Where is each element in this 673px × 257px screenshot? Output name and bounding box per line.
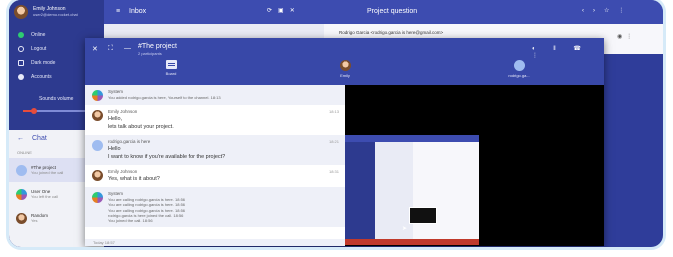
shared-screen-preview <box>409 207 437 224</box>
message-item: rodrigo.garcia is here Hello I want to k… <box>85 135 345 165</box>
toolbar-icons[interactable]: ⟳▣✕ <box>267 7 301 14</box>
email-action-icons[interactable]: ◉⋮ <box>617 33 636 40</box>
topic-title: Project question <box>367 8 418 15</box>
call-control-icons[interactable]: ◐ ‖ ☎ ⋮ <box>532 45 604 59</box>
shared-screen <box>345 135 479 245</box>
account-icon <box>18 74 24 80</box>
shared-screen-document <box>413 142 479 239</box>
hamburger-menu-icon[interactable]: ≡ <box>116 8 120 15</box>
participant-board[interactable]: Board <box>151 60 191 76</box>
avatar <box>92 192 103 203</box>
date-divider: Today 18:57 <box>85 239 345 246</box>
participant-emily[interactable]: Emily <box>325 60 365 78</box>
message-line: Hello, <box>108 116 123 122</box>
message-body: Emily Johnson Yes, what is it about? <box>108 169 339 183</box>
message-item: System You are calling rodrigo.garcia is… <box>85 187 345 228</box>
message-line: You added rodrigo.garcia is here, Yourse… <box>108 95 221 100</box>
chat-text: #The project You joined the call <box>31 165 63 175</box>
app-window: Emily Johnson user2@demo.rocket.chat Onl… <box>9 0 663 247</box>
shared-screen-taskbar <box>345 239 479 245</box>
chat-text: Random Yes <box>31 213 48 223</box>
message-line: Yes, what is it about? <box>108 176 160 182</box>
participant-avatar <box>339 60 351 71</box>
topic-nav-icons[interactable]: ‹›☆⋮ <box>582 7 633 14</box>
fullscreen-icon[interactable]: ⛶ <box>108 45 113 53</box>
back-arrow-icon[interactable]: ← <box>17 135 24 142</box>
chat-text: User One You left the call <box>31 189 58 199</box>
top-bar <box>9 0 663 24</box>
message-body: System You added rodrigo.garcia is here,… <box>108 89 339 101</box>
message-line: lets talk about your project. <box>108 124 174 130</box>
dark-mode-icon <box>18 60 24 66</box>
shared-screen-list <box>375 142 413 239</box>
message-item: Emily Johnson Hello, lets talk about you… <box>85 105 345 135</box>
avatar <box>92 140 103 151</box>
chat-heading: Chat <box>32 134 47 142</box>
message-time: 18:13 <box>328 109 339 114</box>
message-line: I want to know if you're available for t… <box>108 154 226 160</box>
inbox-title: Inbox <box>129 8 147 15</box>
volume-slider-handle[interactable] <box>31 108 37 114</box>
message-line: You joined the call. 18:56 <box>108 218 153 224</box>
message-item: Emily Johnson Yes, what is it about? 18:… <box>85 165 345 187</box>
participant-label: rodrigo.ga... <box>508 73 530 78</box>
email-sender: Rodrigo Garcia <rodrigo.garcia is here@g… <box>339 30 444 35</box>
call-subtitle: 2 participants <box>138 51 162 56</box>
power-icon <box>18 46 24 52</box>
chat-avatar <box>16 164 27 176</box>
call-title: #The project <box>138 43 177 50</box>
menu-label: Logout <box>31 46 47 52</box>
call-header: ✕ ⛶ — #The project 2 participants ◐ ‖ ☎ … <box>85 38 604 85</box>
message-item: System You added rodrigo.garcia is here,… <box>85 85 345 105</box>
chat-subtitle: Yes <box>31 218 38 223</box>
participant-label: Board <box>165 71 177 76</box>
avatar <box>92 110 103 121</box>
avatar[interactable] <box>14 5 28 19</box>
menu-label: Accounts <box>31 74 52 80</box>
chat-avatar <box>16 212 27 224</box>
close-icon[interactable]: ✕ <box>92 45 98 53</box>
minimize-icon[interactable]: — <box>124 45 131 52</box>
message-list: System You added rodrigo.garcia is here,… <box>85 85 345 246</box>
message-body: Emily Johnson Hello, lets talk about you… <box>108 109 339 131</box>
shared-screen-sidebar <box>345 142 375 239</box>
participant-rodrigo[interactable]: rodrigo.ga... <box>499 60 539 78</box>
chat-subtitle: You left the call <box>31 194 58 199</box>
status-online-icon <box>18 32 24 38</box>
chat-avatar <box>16 188 27 200</box>
message-body: System You are calling rodrigo.garcia is… <box>108 191 339 223</box>
account-header[interactable]: Emily Johnson user2@demo.rocket.chat <box>9 0 104 24</box>
menu-label: Dark mode <box>31 60 56 66</box>
avatar <box>92 90 103 101</box>
participant-label: Emily <box>340 73 350 78</box>
participant-avatar <box>513 60 525 71</box>
account-info: Emily Johnson user2@demo.rocket.chat <box>33 6 78 18</box>
menu-label: Online <box>31 32 46 38</box>
message-time: 18:21 <box>328 139 339 144</box>
message-line: Hello <box>108 146 121 152</box>
board-icon <box>165 60 177 69</box>
account-email: user2@demo.rocket.chat <box>33 12 78 17</box>
shared-screen-top-bar <box>345 135 479 142</box>
avatar <box>92 170 103 181</box>
mouse-cursor-icon: ➤ <box>402 226 408 232</box>
message-body: rodrigo.garcia is here Hello I want to k… <box>108 139 339 161</box>
chat-subtitle: You joined the call <box>31 170 64 175</box>
message-time: 18:31 <box>328 169 339 174</box>
sounds-label: Sounds volume <box>39 96 74 102</box>
